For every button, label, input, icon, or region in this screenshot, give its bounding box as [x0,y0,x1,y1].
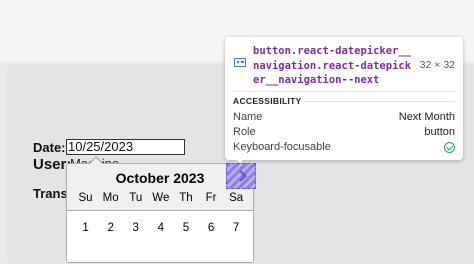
chevron-right-icon [235,170,247,182]
row-value: button [424,126,455,138]
check-circle-icon [444,142,455,153]
inspector-tooltip: button.react-datepicker__navigation.reac… [225,37,463,160]
date-label: Date: [33,140,66,155]
row-key: Keyboard-focusable [233,141,331,153]
weekday-name: Tu [129,192,143,204]
day-cell[interactable]: 7 [224,222,249,234]
element-selector: button.react-datepicker__navigation.reac… [253,45,412,86]
weekday-names: Su Mo Tu We Th Fr Sa [73,192,249,204]
day-cell[interactable]: 2 [98,222,123,234]
row-key: Role [233,126,256,138]
weekday-name: Su [78,192,93,204]
divider [303,101,455,102]
day-cell[interactable]: 3 [123,222,148,234]
weekday-name: Mo [102,192,119,204]
day-cell[interactable]: 4 [148,222,173,234]
weekday-name: Th [179,192,193,204]
day-cell[interactable]: 1 [73,222,98,234]
accessibility-heading: ACCESSIBILITY [233,96,302,106]
element-size: 32 × 32 [419,59,455,71]
tooltip-pointer [234,156,246,163]
row-value: Next Month [398,111,455,123]
row-key: Name [233,111,263,123]
datepicker-pointer-fill [89,158,103,165]
day-cell[interactable]: 5 [173,222,198,234]
element-icon [234,58,246,67]
weekday-name: We [152,192,170,204]
calendar-week: 1 2 3 4 5 6 7 [73,222,249,234]
date-input[interactable]: 10/25/2023 [66,139,185,155]
divider [233,91,455,92]
weekday-name: Fr [205,192,217,204]
next-month-button[interactable] [226,163,256,189]
day-cell[interactable]: 6 [198,222,223,234]
weekday-name: Sa [229,192,244,204]
